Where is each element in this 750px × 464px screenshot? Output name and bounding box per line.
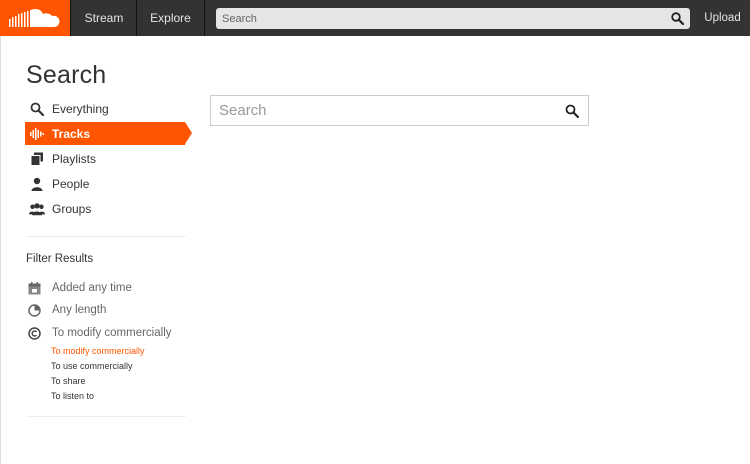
nav-explore[interactable]: Explore (136, 0, 205, 36)
search-icon (29, 101, 45, 117)
nav-stream[interactable]: Stream (70, 0, 137, 36)
sidebar-divider (26, 236, 186, 237)
header-search-button[interactable] (664, 8, 690, 29)
sidebar-item-people[interactable]: People (25, 172, 185, 195)
filter-length-label: Any length (52, 304, 107, 316)
page-edge (0, 36, 1, 464)
sidebar-item-groups[interactable]: Groups (25, 197, 185, 220)
header-search-input[interactable] (216, 8, 656, 29)
header-bar: Stream Explore Upload (0, 0, 750, 36)
soundcloud-logo-icon (9, 9, 60, 27)
sidebar-item-everything[interactable]: Everything (25, 97, 185, 120)
filter-added-time[interactable]: Added any time (26, 280, 132, 296)
person-icon (29, 176, 45, 192)
playlist-icon (29, 151, 45, 167)
license-option-modify-commercially[interactable]: To modify commercially (51, 346, 145, 356)
calendar-icon (26, 280, 42, 296)
license-option-listen[interactable]: To listen to (51, 391, 94, 401)
sidebar-item-label: Tracks (52, 126, 91, 141)
sidebar-item-label: Groups (52, 201, 92, 216)
search-icon (565, 104, 579, 118)
license-option-use-commercially[interactable]: To use commercially (51, 361, 133, 371)
nav-upload[interactable]: Upload (695, 0, 750, 36)
filter-divider (26, 416, 186, 417)
filter-license[interactable]: To modify commercially (26, 325, 172, 341)
main-search (210, 95, 589, 126)
soundcloud-logo[interactable] (0, 0, 70, 36)
sidebar-item-playlists[interactable]: Playlists (25, 147, 185, 170)
waveform-icon (29, 126, 45, 142)
main-search-input[interactable] (211, 96, 551, 125)
sidebar-item-label: Playlists (52, 151, 97, 166)
copyright-icon (26, 325, 42, 341)
search-icon (670, 12, 684, 25)
filter-license-label: To modify commercially (52, 327, 172, 339)
filter-results-title: Filter Results (26, 253, 94, 265)
filter-added-time-label: Added any time (52, 282, 132, 294)
header-search (216, 8, 690, 29)
license-option-share[interactable]: To share (51, 376, 86, 386)
sidebar-item-label: Everything (52, 101, 109, 116)
clock-icon (26, 302, 42, 318)
sidebar-item-label: People (52, 176, 90, 191)
main-search-button[interactable] (564, 103, 580, 119)
sidebar-item-tracks[interactable]: Tracks (25, 122, 192, 145)
group-icon (29, 201, 45, 217)
filter-length[interactable]: Any length (26, 302, 106, 318)
page-title: Search (26, 61, 107, 89)
